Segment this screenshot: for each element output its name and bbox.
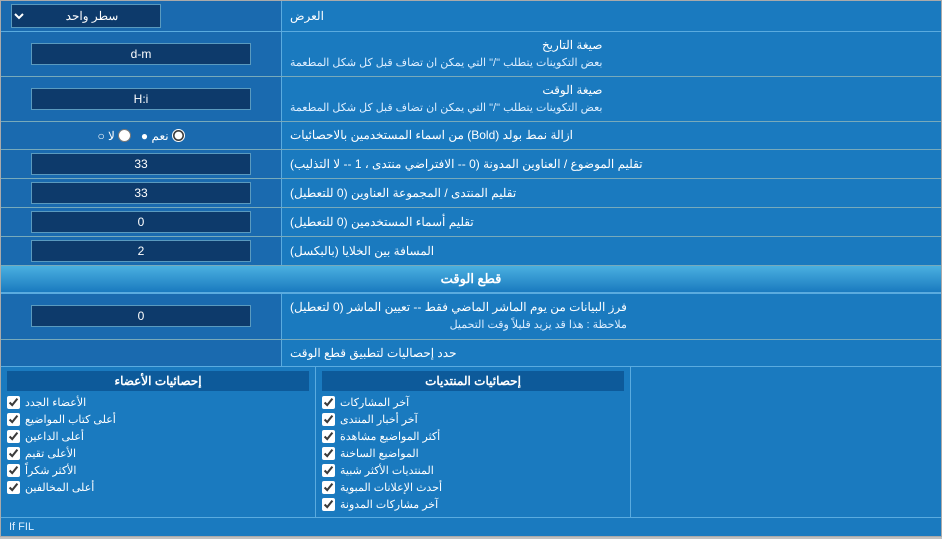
radio-no-label[interactable]: لا ○ (97, 129, 130, 143)
time-format-input-container (1, 77, 281, 121)
checkbox-most-forums[interactable] (322, 464, 335, 477)
forum-order-input-container (1, 179, 281, 207)
topics-order-input-container (1, 150, 281, 178)
checkbox-top-rated[interactable] (7, 447, 20, 460)
usernames-trim-input-container (1, 208, 281, 236)
checkbox-item: آخر المشاركات (322, 394, 624, 411)
checkbox-item: أكثر المواضيع مشاهدة (322, 428, 624, 445)
forum-order-input[interactable] (31, 182, 251, 204)
checkbox-item: الأعلى تقيم (7, 445, 309, 462)
cutoff-data-label: فرز البيانات من يوم الماشر الماضي فقط --… (281, 294, 941, 338)
checkbox-top-inviters[interactable] (7, 430, 20, 443)
radio-yes[interactable] (172, 129, 185, 142)
date-format-label: صيغة التاريخبعض التكوينات يتطلب "/" التي… (281, 32, 941, 76)
checkbox-forum-news[interactable] (322, 413, 335, 426)
forum-order-label: تقليم المنتدى / المجموعة العناوين (0 للت… (281, 179, 941, 207)
checkbox-most-thanked[interactable] (7, 464, 20, 477)
cutoff-section-header: قطع الوقت (1, 266, 941, 294)
checkbox-last-posts[interactable] (322, 396, 335, 409)
checkbox-item: أحدث الإعلانات المبوية (322, 479, 624, 496)
topics-order-input[interactable] (31, 153, 251, 175)
checkbox-item: آخر مشاركات المدونة (322, 496, 624, 513)
display-label: العرض (281, 1, 941, 31)
usernames-trim-label: تقليم أسماء المستخدمين (0 للتعطيل) (281, 208, 941, 236)
dropdown-container[interactable]: سطر واحد (1, 1, 281, 31)
date-format-input[interactable] (31, 43, 251, 65)
checkbox-item: المنتديات الأكثر شبية (322, 462, 624, 479)
col1-header: إحصائيات الأعضاء (7, 371, 309, 391)
checkbox-new-members[interactable] (7, 396, 20, 409)
date-format-input-container (1, 32, 281, 76)
cell-spacing-input-container (1, 237, 281, 265)
checkbox-blog-posts[interactable] (322, 498, 335, 511)
checkbox-item: أعلى الداعين (7, 428, 309, 445)
radio-no[interactable] (118, 129, 131, 142)
checkbox-hot-topics[interactable] (322, 447, 335, 460)
usernames-trim-input[interactable] (31, 211, 251, 233)
cutoff-data-input-container (1, 294, 281, 338)
bold-remove-radio-container: نعم ● لا ○ (1, 122, 281, 149)
time-format-label: صيغة الوقتبعض التكوينات يتطلب "/" التي ي… (281, 77, 941, 121)
checkbox-announcements[interactable] (322, 481, 335, 494)
checkbox-item: أعلى كتاب المواضيع (7, 411, 309, 428)
cell-spacing-label: المسافة بين الخلايا (بالبكسل) (281, 237, 941, 265)
cell-spacing-input[interactable] (31, 240, 251, 262)
checkbox-item: آخر أخبار المنتدى (322, 411, 624, 428)
radio-yes-label[interactable]: نعم ● (141, 129, 185, 143)
checkbox-top-posters[interactable] (7, 413, 20, 426)
bold-remove-label: ازالة نمط بولد (Bold) من اسماء المستخدمي… (281, 122, 941, 149)
col2-header: إحصائيات المنتديات (322, 371, 624, 391)
checkbox-item: المواضيع الساخنة (322, 445, 624, 462)
checkbox-item: الأعضاء الجدد (7, 394, 309, 411)
time-format-input[interactable] (31, 88, 251, 110)
rows-select[interactable]: سطر واحد (11, 4, 161, 28)
cutoff-limit-label: حدد إحصاليات لتطبيق قطع الوقت (281, 340, 941, 367)
checkbox-top-violators[interactable] (7, 481, 20, 494)
cutoff-data-input[interactable] (31, 305, 251, 327)
checkbox-item: أعلى المخالفين (7, 479, 309, 496)
checkbox-most-viewed[interactable] (322, 430, 335, 443)
bottom-text: If FIL (9, 521, 34, 533)
topics-order-label: تقليم الموضوع / العناوين المدونة (0 -- ا… (281, 150, 941, 178)
checkbox-item: الأكثر شكراً (7, 462, 309, 479)
